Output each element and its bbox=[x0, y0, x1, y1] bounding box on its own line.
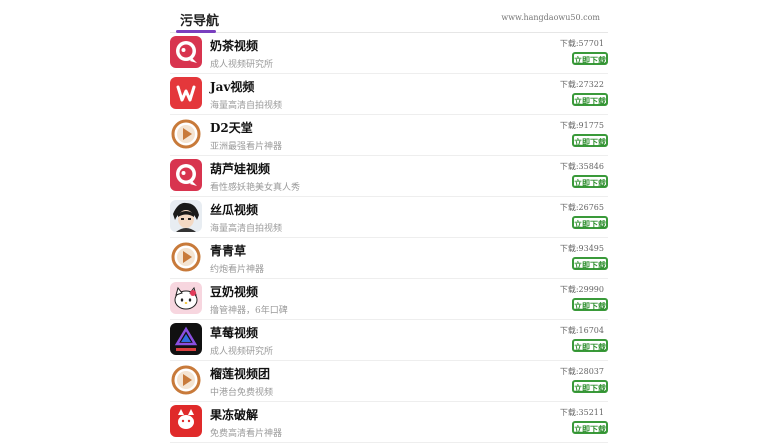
app-description: 看性感妖艳美女真人秀 bbox=[210, 183, 301, 193]
app-description: 海量高清自拍视频 bbox=[210, 224, 283, 234]
download-button[interactable]: 立即下载 bbox=[572, 216, 608, 229]
download-count: 下载:91775 bbox=[559, 121, 604, 130]
download-count: 下载:29990 bbox=[559, 285, 604, 294]
app-name[interactable]: 豆奶视频 bbox=[210, 283, 258, 300]
pink-chat-icon[interactable] bbox=[170, 36, 202, 68]
orange-play-icon[interactable] bbox=[170, 364, 202, 396]
app-row[interactable]: 奶茶视频成人视频研究所 下载:57701 立即下载 bbox=[170, 33, 608, 74]
app-row[interactable]: 豆奶视频撸管神器，6年口碑 下载:29990 立即下载 bbox=[170, 279, 608, 320]
download-button[interactable]: 立即下载 bbox=[572, 339, 608, 352]
app-name[interactable]: 丝瓜视频 bbox=[210, 201, 258, 218]
pink-chat-icon[interactable] bbox=[170, 159, 202, 191]
download-button[interactable]: 立即下载 bbox=[572, 134, 608, 147]
app-row[interactable]: 丝瓜视频海量高清自拍视频 下载:26765 立即下载 bbox=[170, 197, 608, 238]
app-row[interactable]: 草莓视频成人视频研究所 下载:16704 立即下载 bbox=[170, 320, 608, 361]
red-cat-icon[interactable] bbox=[170, 405, 202, 437]
app-row[interactable]: D2天堂亚洲最强看片神器 下载:91775 立即下载 bbox=[170, 115, 608, 156]
app-name[interactable]: 青青草 bbox=[210, 242, 246, 259]
download-button[interactable]: 立即下载 bbox=[572, 298, 608, 311]
app-list-page: 污导航 www.hangdaowu50.com 奶茶视频成人视频研究所 下载:57… bbox=[170, 0, 608, 443]
download-count: 下载:35211 bbox=[559, 408, 604, 417]
download-count: 下载:57701 bbox=[559, 39, 604, 48]
app-name[interactable]: 草莓视频 bbox=[210, 324, 258, 341]
download-button[interactable]: 立即下载 bbox=[572, 175, 608, 188]
app-name[interactable]: Jav视频 bbox=[210, 78, 254, 95]
app-row[interactable]: Jav视频海量高清自拍视频 下载:27322 立即下载 bbox=[170, 74, 608, 115]
header: 污导航 www.hangdaowu50.com bbox=[170, 0, 608, 33]
download-count: 下载:27322 bbox=[559, 80, 604, 89]
red-w-icon[interactable] bbox=[170, 77, 202, 109]
app-description: 免费高清看片神器 bbox=[210, 429, 283, 439]
orange-play-icon[interactable] bbox=[170, 118, 202, 150]
download-count: 下载:35846 bbox=[559, 162, 604, 171]
download-count: 下载:26765 bbox=[559, 203, 604, 212]
app-description: 中港台免费视频 bbox=[210, 388, 274, 398]
app-name[interactable]: 奶茶视频 bbox=[210, 37, 258, 54]
app-description: 撸管神器，6年口碑 bbox=[210, 306, 288, 316]
app-row[interactable]: 榴莲视频团中港台免费视频 下载:28037 立即下载 bbox=[170, 361, 608, 402]
download-button[interactable]: 立即下载 bbox=[572, 380, 608, 393]
download-button[interactable]: 立即下载 bbox=[572, 52, 608, 65]
download-button[interactable]: 立即下载 bbox=[572, 93, 608, 106]
app-row[interactable]: 葫芦娃视频看性感妖艳美女真人秀 下载:35846 立即下载 bbox=[170, 156, 608, 197]
download-count: 下载:16704 bbox=[559, 326, 604, 335]
app-description: 亚洲最强看片神器 bbox=[210, 142, 283, 152]
anime-avatar-icon[interactable] bbox=[170, 200, 202, 232]
download-count: 下载:93495 bbox=[559, 244, 604, 253]
dark-triangle-icon[interactable] bbox=[170, 323, 202, 355]
app-description: 成人视频研究所 bbox=[210, 60, 274, 70]
app-name[interactable]: 榴莲视频团 bbox=[210, 365, 270, 382]
brand-title[interactable]: 污导航 bbox=[180, 10, 219, 29]
app-description: 海量高清自拍视频 bbox=[210, 101, 283, 111]
app-list: 奶茶视频 成人视频研究所 下载:57701 立即下载 Jav视频 海量高清自拍视频 下载:2… bbox=[170, 33, 608, 443]
orange-play-icon[interactable] bbox=[170, 241, 202, 273]
download-count: 下载:28037 bbox=[559, 367, 604, 376]
app-name[interactable]: 果冻破解 bbox=[210, 406, 258, 423]
app-row[interactable]: 青青草约炮看片神器 下载:93495 立即下载 bbox=[170, 238, 608, 279]
cat-face-icon[interactable] bbox=[170, 282, 202, 314]
app-name[interactable]: 葫芦娃视频 bbox=[210, 160, 270, 177]
app-description: 成人视频研究所 bbox=[210, 347, 274, 357]
site-url: www.hangdaowu50.com bbox=[501, 13, 600, 22]
download-button[interactable]: 立即下载 bbox=[572, 257, 608, 270]
app-description: 约炮看片神器 bbox=[210, 265, 265, 275]
app-name[interactable]: D2天堂 bbox=[210, 119, 253, 136]
